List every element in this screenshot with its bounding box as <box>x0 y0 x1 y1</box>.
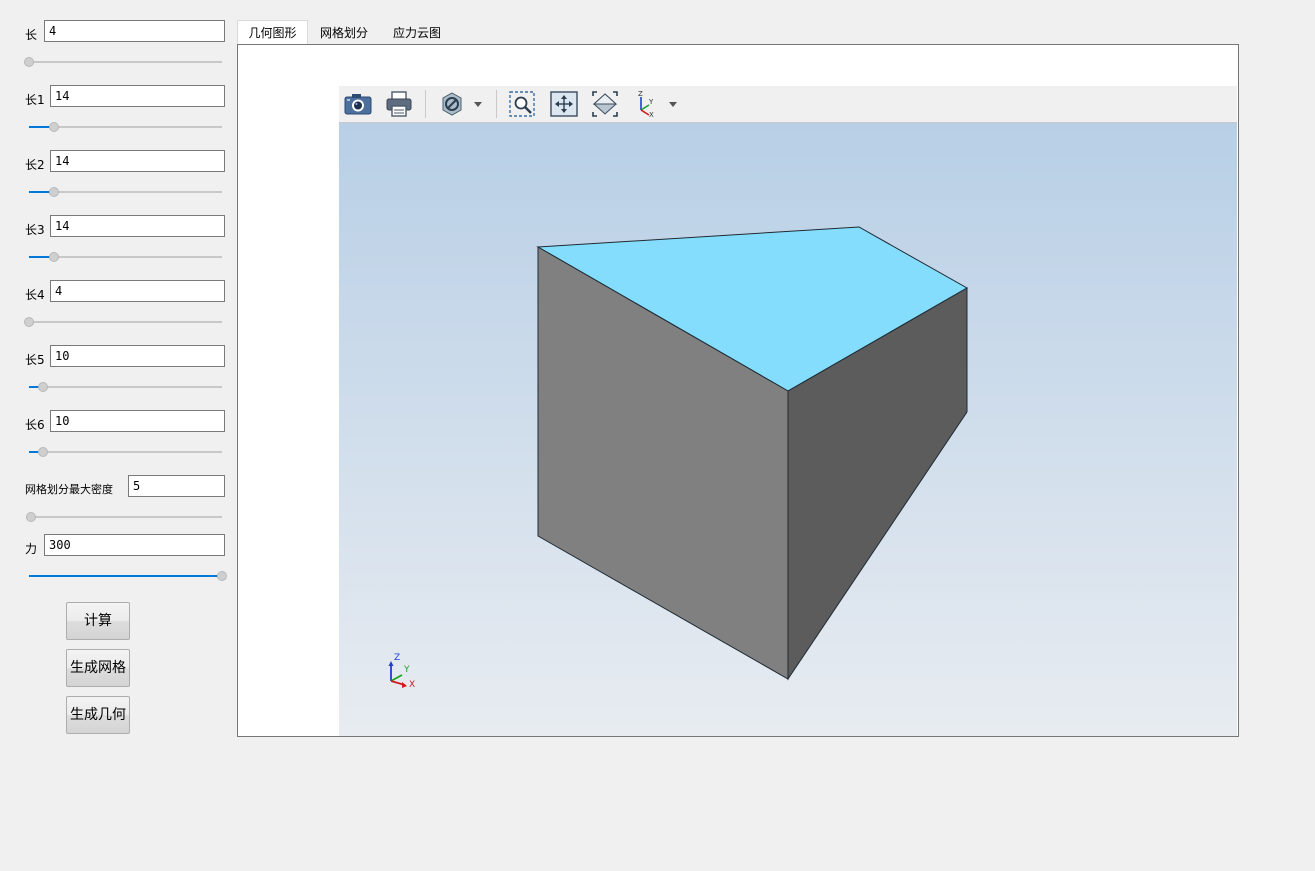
slider-thumb[interactable] <box>49 187 60 197</box>
param-label: 长3 <box>25 223 45 237</box>
param-mesh-density: 网格划分最大密度 <box>24 475 226 527</box>
slider-track <box>29 386 222 388</box>
param-label: 力 <box>25 542 38 556</box>
slider-fill <box>29 575 222 577</box>
orientation-triad: Z Y X <box>383 653 423 695</box>
slider-thumb[interactable] <box>37 382 48 392</box>
mesh-density-slider[interactable] <box>25 511 222 523</box>
length-2-input[interactable] <box>50 150 225 172</box>
length-1-slider[interactable] <box>29 121 222 133</box>
tab-mesh[interactable]: 网格划分 <box>310 22 378 44</box>
triad-y-label: Y <box>404 665 410 675</box>
toolbar-separator <box>496 90 497 118</box>
toolbar-separator <box>425 90 426 118</box>
length-2-slider[interactable] <box>29 186 222 198</box>
slider-track <box>29 61 222 63</box>
param-length-3: 长3 <box>24 215 226 267</box>
slider-track <box>29 321 222 323</box>
tab-stress-contour[interactable]: 应力云图 <box>383 22 451 44</box>
axes-view-icon[interactable]: Z Y X <box>632 90 662 118</box>
force-input[interactable] <box>44 534 225 556</box>
dropdown-icon[interactable] <box>666 90 680 118</box>
param-label: 网格划分最大密度 <box>25 483 113 496</box>
param-length-6: 长6 <box>24 410 226 462</box>
zoom-window-icon[interactable] <box>507 90 537 118</box>
param-force: 力 <box>24 534 227 586</box>
svg-text:Y: Y <box>648 98 654 106</box>
slider-track <box>29 451 222 453</box>
svg-text:Z: Z <box>638 90 643 98</box>
iso-view-icon[interactable] <box>590 90 620 118</box>
length-6-input[interactable] <box>50 410 225 432</box>
length-5-slider[interactable] <box>29 381 222 393</box>
print-icon[interactable] <box>384 90 414 118</box>
length-3-slider[interactable] <box>29 251 222 263</box>
hide-icon[interactable] <box>438 90 466 118</box>
param-length-1: 长1 <box>24 85 226 137</box>
tab-geometry[interactable]: 几何图形 <box>237 20 308 44</box>
length-6-slider[interactable] <box>29 446 222 458</box>
param-length: 长 <box>24 20 226 72</box>
length-4-slider[interactable] <box>24 316 222 328</box>
3d-canvas[interactable]: Z Y X <box>339 123 1237 736</box>
dropdown-icon[interactable] <box>471 90 485 118</box>
slider-thumb[interactable] <box>49 122 60 132</box>
geometry-panel: Z Y X Z Y X <box>237 44 1239 737</box>
calculate-button[interactable]: 计算 <box>66 602 130 640</box>
length-5-input[interactable] <box>50 345 225 367</box>
length-1-input[interactable] <box>50 85 225 107</box>
length-slider[interactable] <box>24 56 222 68</box>
fit-all-icon[interactable] <box>549 90 579 118</box>
slider-thumb[interactable] <box>37 447 48 457</box>
generate-mesh-button[interactable]: 生成网格 <box>66 649 130 687</box>
slider-thumb[interactable] <box>25 512 36 522</box>
param-label: 长1 <box>25 93 45 107</box>
param-length-5: 长5 <box>24 345 226 397</box>
length-4-input[interactable] <box>50 280 225 302</box>
generate-geometry-button[interactable]: 生成几何 <box>66 696 130 734</box>
length-input[interactable] <box>44 20 225 42</box>
slider-thumb[interactable] <box>24 57 34 67</box>
mesh-density-input[interactable] <box>128 475 225 497</box>
param-label: 长6 <box>25 418 45 432</box>
param-length-4: 长4 <box>24 280 226 332</box>
param-label: 长 <box>25 28 38 42</box>
camera-icon[interactable] <box>343 90 373 118</box>
param-label: 长2 <box>25 158 45 172</box>
param-label: 长5 <box>25 353 45 367</box>
slider-track <box>29 516 222 518</box>
param-length-2: 长2 <box>24 150 226 202</box>
triad-z-label: Z <box>394 653 401 663</box>
svg-text:X: X <box>649 111 654 118</box>
slider-thumb[interactable] <box>217 571 227 581</box>
triad-x-label: X <box>409 680 416 690</box>
param-label: 长4 <box>25 288 45 302</box>
slider-thumb[interactable] <box>24 317 34 327</box>
3d-viewer: Z Y X Z Y X <box>339 86 1237 736</box>
viewer-toolbar: Z Y X <box>339 86 1237 123</box>
force-slider[interactable] <box>29 570 227 582</box>
length-3-input[interactable] <box>50 215 225 237</box>
slider-thumb[interactable] <box>49 252 60 262</box>
